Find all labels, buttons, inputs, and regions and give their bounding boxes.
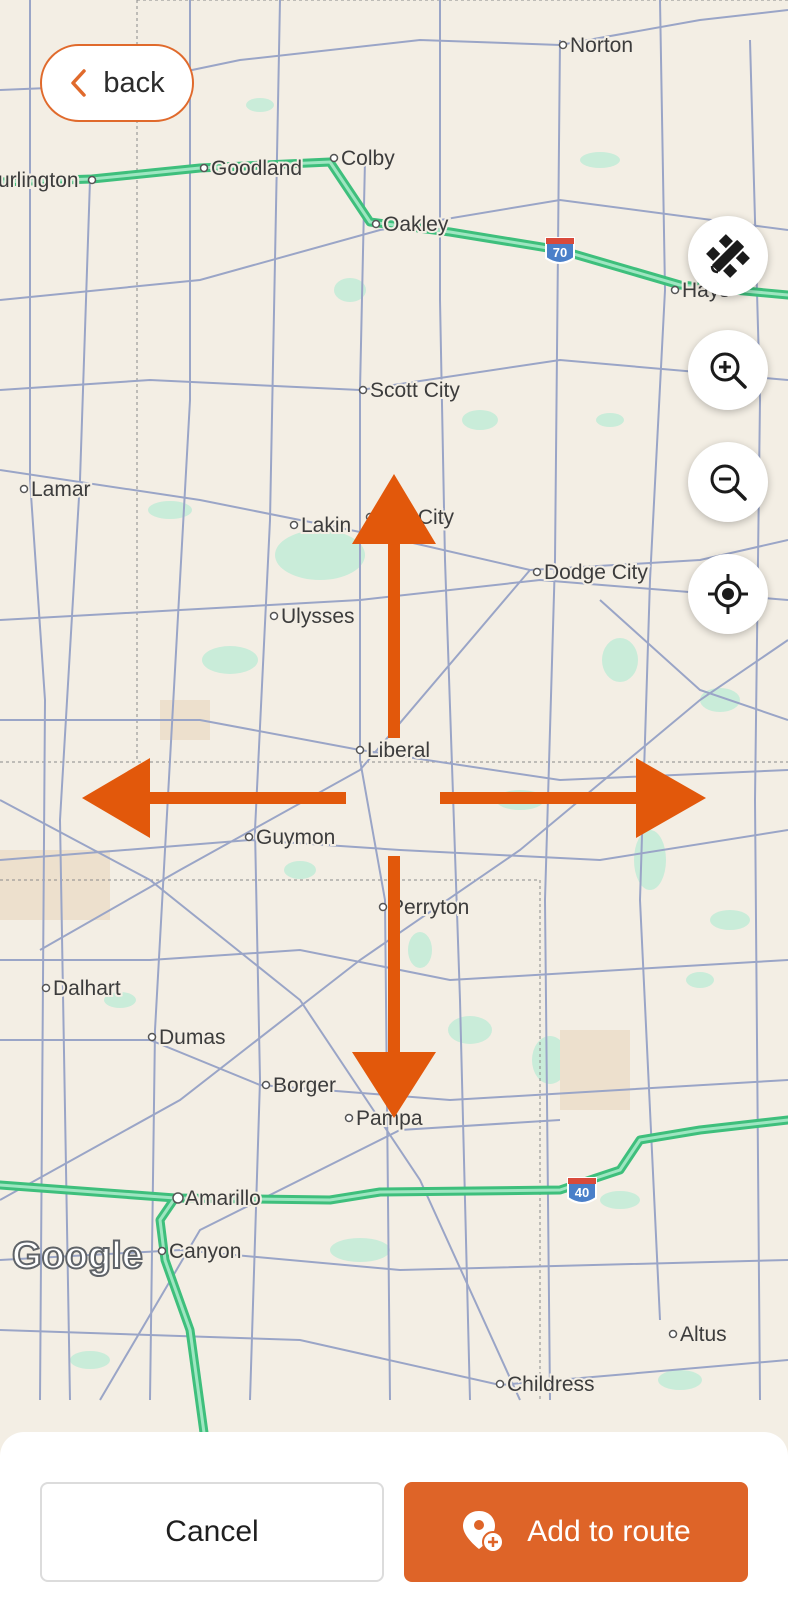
city-marker [289,520,299,530]
my-location-icon [708,574,748,614]
city-marker [157,1246,167,1256]
city-marker [344,1113,354,1123]
zoom-in-icon [710,352,747,389]
city-marker [329,153,339,163]
city-marker [378,902,388,912]
city-label: Lamar [31,478,91,501]
city-label: Oakley [383,213,449,236]
city-marker [670,285,680,295]
map-canvas[interactable]: 70 40 Norton urlington Goodland Colby Oakley… [0,0,788,1440]
city-label: Borger [273,1074,336,1097]
city-marker [244,832,254,842]
city-marker [495,1379,505,1389]
satellite-icon [706,234,750,278]
city-label: Amarillo [185,1187,261,1210]
zoom-out-icon [710,464,747,501]
back-label: back [103,66,165,99]
city-label: Colby [341,147,395,170]
city-label: Dodge City [544,561,648,584]
city-label: Perryton [390,896,469,919]
city-marker [355,745,365,755]
city-marker [558,40,568,50]
my-location-button[interactable] [688,554,768,634]
city-label: Goodland [211,157,302,180]
city-marker [19,484,29,494]
city-marker [261,1080,271,1090]
city-label: Ulysses [281,605,355,628]
city-marker [87,175,97,185]
city-label: Scott City [370,379,460,402]
city-label: Dumas [159,1026,226,1049]
city-label: Lakin [301,514,351,537]
zoom-in-button[interactable] [688,330,768,410]
city-marker [371,219,381,229]
city-marker [199,163,209,173]
zoom-out-button[interactable] [688,442,768,522]
city-label: Guymon [256,826,335,849]
satellite-toggle-button[interactable] [688,216,768,296]
back-button[interactable]: back [40,44,194,122]
city-label: urlington [0,169,79,192]
svg-text:70: 70 [553,245,567,260]
add-location-pin-icon [463,1511,505,1553]
city-label: Altus [680,1323,727,1346]
city-label: Liberal [367,739,430,762]
city-marker [358,385,368,395]
svg-text:40: 40 [575,1185,589,1200]
interstate-shield-70: 70 [545,237,575,264]
cancel-label: Cancel [165,1515,259,1548]
city-label: Childress [507,1373,595,1396]
city-label: Canyon [169,1240,241,1263]
add-to-route-label: Add to route [527,1515,691,1548]
city-marker [172,1192,184,1204]
interstate-shield-40: 40 [567,1177,597,1204]
add-to-route-button[interactable]: Add to route [404,1482,748,1582]
google-attribution: Google [12,1235,143,1277]
city-marker [269,611,279,621]
city-marker [668,1329,678,1339]
city-marker [532,567,542,577]
chevron-left-icon [71,69,87,97]
city-marker [147,1032,157,1042]
city-label: Dalhart [53,977,121,1000]
city-label: Norton [570,34,633,57]
cancel-button[interactable]: Cancel [40,1482,384,1582]
city-marker [41,983,51,993]
